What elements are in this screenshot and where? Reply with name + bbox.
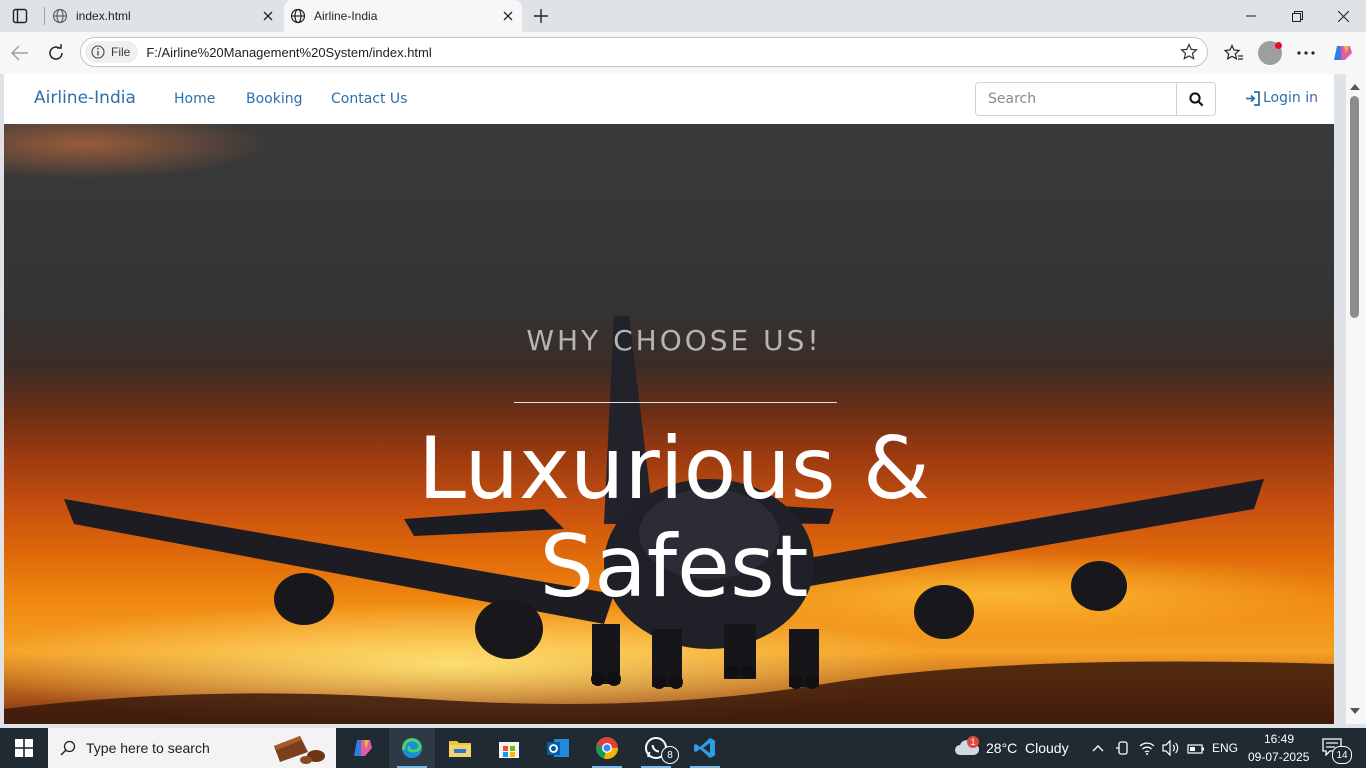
nav-link-home[interactable]: Home (174, 91, 215, 107)
favorite-star-icon[interactable] (1177, 40, 1201, 64)
clock-date[interactable]: 09-07-2025 (1248, 750, 1309, 764)
weather-description: Cloudy (1025, 740, 1069, 756)
weather-widget[interactable]: 1 28°C Cloudy (952, 728, 1076, 768)
search-icon (60, 740, 76, 756)
taskbar-search-placeholder: Type here to search (86, 740, 210, 756)
close-window-icon[interactable] (1320, 0, 1366, 32)
globe-icon (52, 8, 68, 24)
refresh-icon[interactable] (44, 41, 68, 65)
weather-temperature: 28°C (986, 740, 1018, 756)
hero-title-line-2: Safest (539, 517, 809, 617)
nav-link-contact-us[interactable]: Contact Us (331, 91, 407, 107)
restore-icon[interactable] (1274, 0, 1320, 32)
tab-label: index.html (76, 9, 131, 23)
minimize-icon[interactable] (1228, 0, 1274, 32)
hero-title: Luxurious & Safest (324, 420, 1024, 616)
scroll-down-arrow-icon[interactable] (1348, 704, 1362, 718)
microsoft-store-icon[interactable] (486, 728, 532, 768)
browser-tab-airline-india[interactable]: Airline-India (284, 0, 522, 32)
chrome-icon[interactable] (584, 728, 630, 768)
site-info-label: File (111, 45, 131, 59)
url-text[interactable]: F:/Airline%20Management%20System/index.h… (146, 45, 1177, 60)
vscode-icon[interactable] (682, 728, 728, 768)
clock-time[interactable]: 16:49 (1264, 732, 1294, 746)
show-hidden-icons-chevron-icon[interactable] (1090, 740, 1106, 756)
new-tab-icon[interactable] (530, 6, 552, 26)
back-arrow-icon[interactable] (8, 41, 32, 65)
hero-divider (514, 402, 837, 403)
favorites-icon[interactable] (1222, 41, 1246, 65)
scrollbar-thumb[interactable] (1350, 96, 1359, 318)
language-indicator[interactable]: ENG (1212, 741, 1238, 755)
scroll-up-arrow-icon[interactable] (1348, 80, 1362, 94)
search-input[interactable] (975, 82, 1177, 116)
search-button[interactable] (1176, 82, 1216, 116)
notification-count-badge: 14 (1332, 746, 1352, 764)
wifi-icon[interactable] (1139, 740, 1155, 756)
info-icon (91, 45, 105, 59)
browser-toolbar: File F:/Airline%20Management%20System/in… (0, 32, 1366, 74)
browser-tab-index[interactable]: index.html (46, 0, 282, 32)
chocolate-cake-icon (274, 736, 325, 764)
close-tab-icon[interactable] (500, 8, 516, 24)
copilot-icon[interactable] (1331, 41, 1355, 65)
login-label: Login in (1263, 90, 1318, 106)
profile-notification-dot (1275, 42, 1282, 49)
browser-tab-strip: index.html Airline-India (0, 0, 1366, 32)
tab-actions-icon[interactable] (8, 6, 32, 26)
more-options-icon[interactable] (1294, 41, 1318, 65)
windows-taskbar: Type here to search 8 1 28°C Cloudy ENG … (0, 728, 1366, 768)
weather-alert-badge: 1 (967, 736, 979, 748)
taskbar-search-box[interactable]: Type here to search (48, 728, 336, 768)
whatsapp-icon[interactable]: 8 (633, 728, 679, 768)
search-icon (1188, 91, 1203, 106)
whatsapp-badge: 8 (661, 746, 679, 764)
tab-label: Airline-India (314, 9, 378, 23)
close-tab-icon[interactable] (260, 8, 276, 24)
login-link[interactable]: Login in (1245, 90, 1318, 106)
volume-icon[interactable] (1162, 739, 1180, 757)
battery-icon[interactable] (1187, 741, 1205, 755)
notification-center-icon[interactable]: 14 (1322, 738, 1352, 764)
hero-title-line-1: Luxurious & (418, 419, 930, 519)
meet-now-icon[interactable] (1115, 740, 1131, 756)
globe-icon (290, 8, 306, 24)
tab-divider (44, 7, 45, 25)
windows-start-icon[interactable] (0, 728, 48, 768)
brand-logo[interactable]: Airline-India (34, 88, 136, 108)
sign-in-icon (1246, 90, 1260, 106)
page-viewport: Airline-India Home Booking Contact Us Lo… (4, 74, 1334, 724)
hero-subtitle: WHY CHOOSE US! (526, 324, 822, 357)
file-explorer-icon[interactable] (437, 728, 483, 768)
outlook-icon[interactable] (535, 728, 581, 768)
address-bar[interactable]: File F:/Airline%20Management%20System/in… (80, 37, 1208, 67)
site-info-button[interactable]: File (85, 41, 139, 63)
edge-app-icon[interactable] (389, 728, 435, 768)
nav-link-booking[interactable]: Booking (246, 91, 303, 107)
hero-banner: WHY CHOOSE US! Luxurious & Safest (4, 124, 1334, 724)
copilot-app-icon[interactable] (340, 728, 386, 768)
site-navbar: Airline-India Home Booking Contact Us Lo… (4, 74, 1334, 124)
